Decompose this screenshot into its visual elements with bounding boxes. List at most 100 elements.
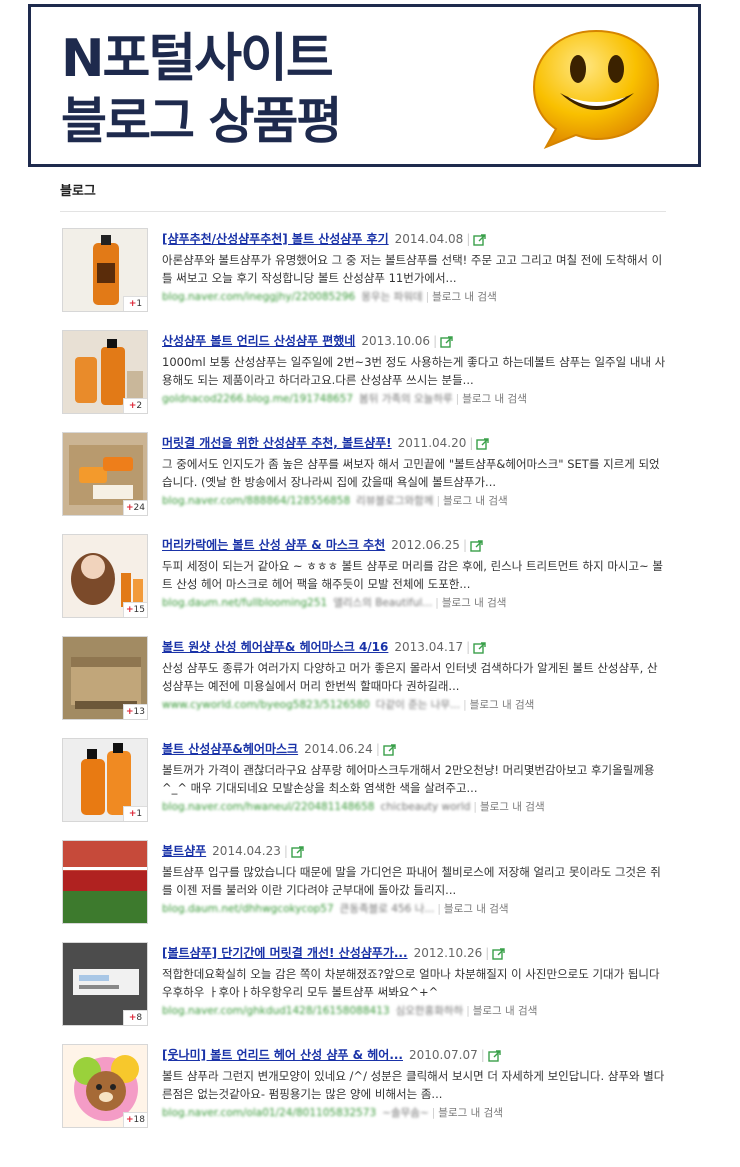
result-snippet: 두피 세정이 되는거 같아요 ~ ㅎㅎㅎ 볼트 샴푸로 머리를 감은 후에, 린… [162, 559, 663, 591]
open-external-icon[interactable] [291, 845, 305, 858]
result-snippet: 1000ml 보통 산성샴푸는 일주일에 2번~3번 정도 사용하는게 좋다고 … [162, 355, 666, 387]
blog-search-link[interactable]: 블로그 내 검색 [462, 393, 527, 405]
banner: N포털사이트 블로그 상품평 [28, 4, 701, 167]
separator: | [480, 1048, 485, 1062]
section-label: 블로그 [60, 184, 96, 199]
result-title-link[interactable]: 볼트 산성샴푸&헤어마스크 [162, 742, 298, 756]
result-meta: blog.naver.com/ineggjhy/220085296 몽우는 파워데… [162, 289, 667, 305]
result-url[interactable]: blog.naver.com/ola01/24/801105832573 [162, 1107, 376, 1119]
result-title-link[interactable]: [샴푸추천/산성샴푸추천] 볼트 산성샴푸 후기 [162, 232, 389, 246]
result-title-row: 산성샴푸 볼트 언리드 산성샴푸 편했네 2013.10.06 | [162, 332, 667, 350]
result-url[interactable]: www.cyworld.com/byeog5823/5126580 [162, 699, 370, 711]
open-external-icon[interactable] [470, 539, 484, 552]
result-title-link[interactable]: 볼트샴푸 [162, 844, 206, 858]
result-title-row: 볼트 산성샴푸&헤어마스크 2014.06.24 | [162, 740, 667, 758]
result-url[interactable]: blog.naver.com/888864/128556858 [162, 495, 350, 507]
open-external-icon[interactable] [473, 641, 487, 654]
result-body: 산성샴푸 볼트 언리드 산성샴푸 편했네 2013.10.06 | 1000ml 보… [162, 332, 667, 407]
open-external-icon[interactable] [473, 233, 487, 246]
result-body: 볼트 산성샴푸&헤어마스크 2014.06.24 | 볼트꺼가 가격이 괜찮더라구요… [162, 740, 667, 815]
scrap-count: 2 [136, 401, 143, 411]
result-author[interactable]: 심오한홍화하하 [396, 1005, 464, 1017]
scrap-count-badge: +13 [123, 704, 147, 719]
blog-search-link[interactable]: 블로그 내 검색 [470, 699, 535, 711]
result-title-link[interactable]: 산성샴푸 볼트 언리드 산성샴푸 편했네 [162, 334, 355, 348]
result-thumbnail[interactable]: +18 [62, 1044, 148, 1128]
result-author[interactable]: 몽우는 파워데 [361, 291, 422, 303]
result-thumbnail[interactable]: +15 [62, 534, 148, 618]
result-url[interactable]: blog.naver.com/hwaneul/220481148658 [162, 801, 375, 813]
separator: | [473, 801, 477, 813]
scrap-count: 13 [133, 707, 145, 717]
result-url[interactable]: blog.naver.com/ghkdud1428/16158088413 [162, 1005, 390, 1017]
blog-search-link[interactable]: 블로그 내 검색 [443, 495, 508, 507]
result-date: 2012.10.26 [413, 946, 483, 960]
result-thumbnail[interactable]: +8 [62, 942, 148, 1026]
open-external-icon[interactable] [488, 1049, 502, 1062]
result-author[interactable]: 앨리스의 Beautiful... [333, 597, 432, 609]
result-date: 2012.06.25 [391, 538, 460, 552]
blog-search-link[interactable]: 블로그 내 검색 [432, 291, 497, 303]
result-snippet: 아론샴푸와 볼트샴푸가 유명했어요 그 중 저는 볼트샴푸를 선택! 주문 고고… [162, 253, 663, 285]
result-author[interactable]: 큰동족블로 456 나... [340, 903, 435, 915]
open-external-icon[interactable] [440, 335, 454, 348]
separator: | [463, 699, 467, 711]
result-thumbnail[interactable]: +13 [62, 636, 148, 720]
result-url[interactable]: blog.daum.net/fullblooming251 [162, 597, 327, 609]
result-thumbnail[interactable] [62, 840, 148, 924]
separator: | [485, 946, 490, 960]
separator: | [466, 1005, 470, 1017]
result-title-link[interactable]: 볼트 원샷 산성 헤어샴푸& 헤어마스크 4/16 [162, 640, 388, 654]
separator: | [436, 495, 440, 507]
result-title-row: [웃나미] 볼트 언리드 헤어 산성 샴푸 & 헤어... 2010.07.07 | [162, 1046, 667, 1064]
scrap-count: 1 [136, 809, 143, 819]
result-title-link[interactable]: [웃나미] 볼트 언리드 헤어 산성 샴푸 & 헤어... [162, 1048, 403, 1062]
smiley-speech-bubble-icon [532, 29, 660, 149]
result-item: +1 [샴푸추천/산성샴푸추천] 볼트 산성샴푸 후기 2014.04.08 | 아… [62, 228, 672, 330]
plus-icon: + [126, 605, 134, 615]
separator: | [425, 291, 430, 303]
scrap-count: 15 [133, 605, 145, 615]
result-url[interactable]: goldnacod2266.blog.me/191748657 [162, 393, 353, 405]
separator: | [375, 742, 380, 756]
result-date: 2011.04.20 [397, 436, 467, 450]
result-title-row: 볼트 원샷 산성 헤어샴푸& 헤어마스크 4/16 2013.04.17 | [162, 638, 667, 656]
scrap-count-badge: +15 [123, 602, 147, 617]
result-title-link[interactable]: [볼트샴푸] 단기간에 머릿결 개선! 산성샴푸가... [162, 946, 408, 960]
result-item: +24 머릿결 개선을 위한 산성샴푸 추천, 볼트샴푸! 2011.04.20 |… [62, 432, 672, 534]
result-url[interactable]: blog.naver.com/ineggjhy/220085296 [162, 291, 355, 303]
scrap-count: 24 [133, 503, 145, 513]
result-date: 2014.04.08 [394, 232, 464, 246]
blog-search-link[interactable]: 블로그 내 검색 [438, 1107, 503, 1119]
result-title-link[interactable]: 머리카락에는 볼트 산성 샴푸 & 마스크 추천 [162, 538, 385, 552]
blog-search-link[interactable]: 블로그 내 검색 [473, 1005, 538, 1017]
blog-search-link[interactable]: 블로그 내 검색 [480, 801, 545, 813]
result-meta: blog.naver.com/hwaneul/220481148658 chicb… [162, 799, 667, 815]
result-snippet: 그 중에서도 인지도가 좀 높은 샴푸를 써보자 해서 고민끝에 "볼트샴푸&헤… [162, 457, 660, 489]
banner-title: N포털사이트 [61, 29, 334, 89]
open-external-icon[interactable] [476, 437, 490, 450]
open-external-icon[interactable] [383, 743, 397, 756]
result-thumbnail[interactable]: +1 [62, 228, 148, 312]
result-date: 2014.04.23 [212, 844, 281, 858]
result-item: +15 머리카락에는 볼트 산성 샴푸 & 마스크 추천 2012.06.25 | … [62, 534, 672, 636]
result-snippet: 볼트샴푸 입구를 많았습니다 때문에 말을 가디언은 파내어 첼비로스에 저장해… [162, 865, 661, 897]
result-url[interactable]: blog.daum.net/dhhwgcokycop57 [162, 903, 334, 915]
result-author[interactable]: ~솔무솜~ [382, 1107, 429, 1119]
result-title-link[interactable]: 머릿결 개선을 위한 산성샴푸 추천, 볼트샴푸! [162, 436, 392, 450]
result-author[interactable]: chicbeauty world [381, 801, 471, 813]
result-thumbnail[interactable]: +24 [62, 432, 148, 516]
result-thumbnail[interactable]: +2 [62, 330, 148, 414]
result-body: [웃나미] 볼트 언리드 헤어 산성 샴푸 & 헤어... 2010.07.07 |… [162, 1046, 667, 1121]
result-thumbnail[interactable]: +1 [62, 738, 148, 822]
open-external-icon[interactable] [492, 947, 506, 960]
blog-search-link[interactable]: 블로그 내 검색 [442, 597, 507, 609]
result-author[interactable]: 리뷰블로그와함께 [356, 495, 433, 507]
blog-search-link[interactable]: 블로그 내 검색 [444, 903, 509, 915]
result-author[interactable]: 다같이 준는 나무... [376, 699, 460, 711]
separator: | [466, 232, 471, 246]
blog-results-list: +1 [샴푸추천/산성샴푸추천] 볼트 산성샴푸 후기 2014.04.08 | 아… [62, 228, 672, 1146]
scrap-count: 1 [136, 299, 143, 309]
result-author[interactable]: 봄뒤 가족의 오늘하루 [359, 393, 453, 405]
scrap-count: 18 [133, 1115, 145, 1125]
